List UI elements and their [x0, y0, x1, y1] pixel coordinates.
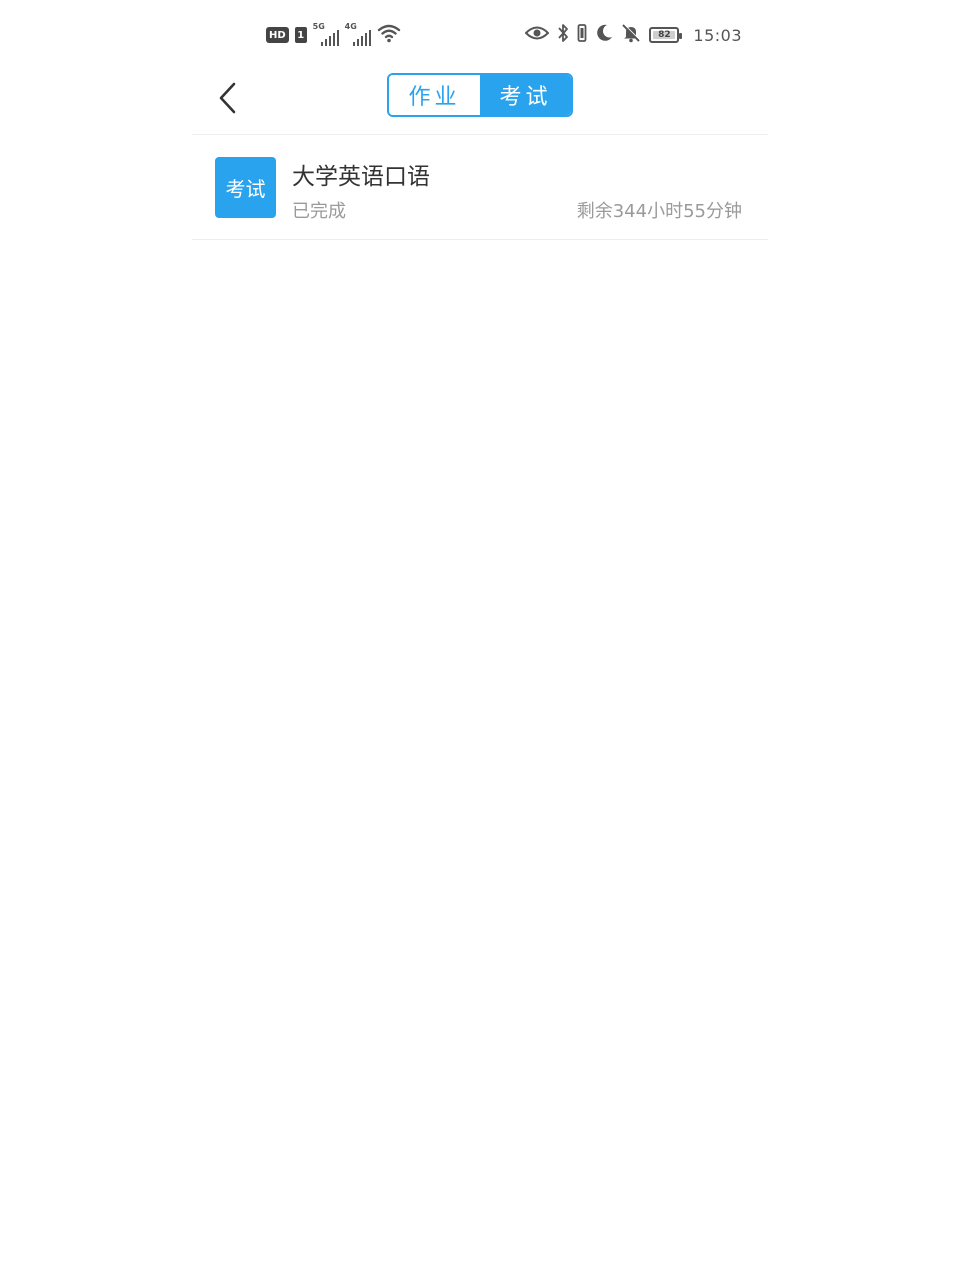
vibrate-icon [577, 23, 587, 47]
list-item[interactable]: 考试 大学英语口语 已完成 剩余344小时55分钟 [192, 135, 768, 240]
status-bar: HD 1 5G 4G 82 15:03 [0, 0, 960, 70]
sim-badge: 1 [294, 27, 307, 43]
net-5g-label: 5G [312, 22, 325, 31]
wifi-icon [377, 23, 401, 47]
bluetooth-icon [557, 23, 569, 47]
status-time: 15:03 [693, 25, 742, 45]
back-button[interactable] [210, 80, 246, 120]
exam-list: 考试 大学英语口语 已完成 剩余344小时55分钟 [192, 135, 768, 240]
item-title: 大学英语口语 [292, 164, 430, 190]
exam-badge: 考试 [215, 157, 276, 218]
tab-exam[interactable]: 考试 [480, 75, 571, 115]
moon-icon [595, 24, 613, 46]
item-status: 已完成 [292, 201, 346, 222]
eye-icon [524, 25, 550, 45]
segmented-tabs: 作业 考试 [387, 73, 573, 117]
battery-level: 82 [658, 30, 671, 40]
battery-icon: 82 [649, 27, 683, 43]
status-bar-left: HD 1 5G 4G [266, 22, 401, 48]
item-remaining-time: 剩余344小时55分钟 [576, 201, 742, 222]
hd-badge: HD [266, 27, 289, 43]
signal-4g-icon: 4G [344, 22, 371, 46]
header: 作业 考试 [192, 70, 768, 135]
status-bar-right: 82 15:03 [524, 22, 742, 48]
net-4g-label: 4G [344, 22, 357, 31]
chevron-left-icon [217, 81, 239, 119]
signal-5g-icon: 5G [312, 22, 339, 46]
mute-bell-icon [621, 23, 641, 47]
tab-homework[interactable]: 作业 [389, 75, 480, 115]
